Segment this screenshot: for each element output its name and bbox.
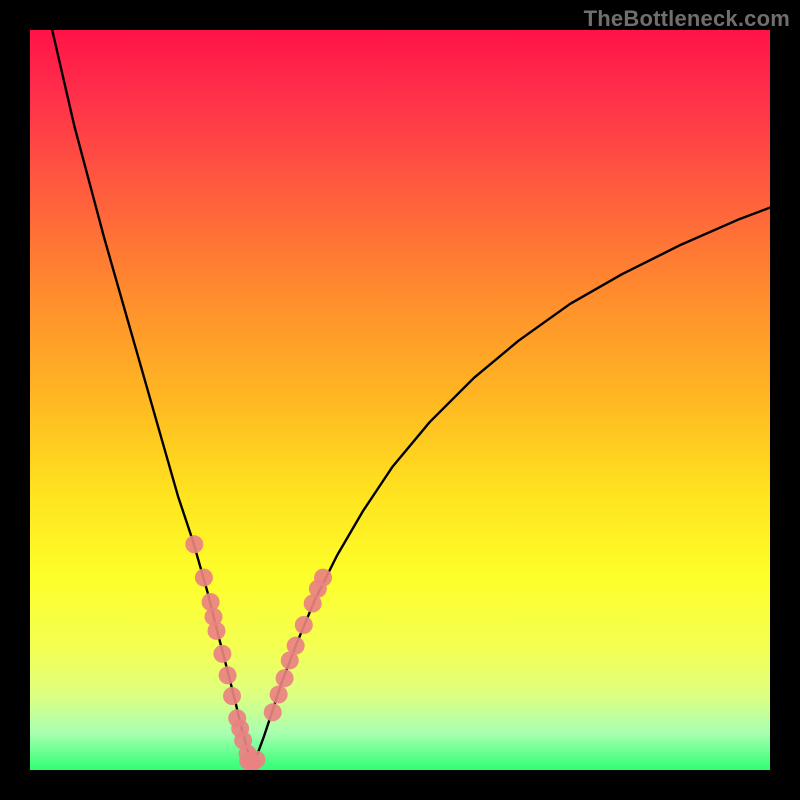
point-points-left <box>213 645 231 663</box>
point-points-left <box>202 593 220 611</box>
point-points-right <box>276 669 294 687</box>
series-curve <box>52 30 770 763</box>
point-points-left <box>223 687 241 705</box>
plot-area <box>30 30 770 770</box>
point-points-right <box>287 637 305 655</box>
point-points-bottom <box>247 751 265 769</box>
watermark-text: TheBottleneck.com <box>584 6 790 32</box>
point-points-right <box>314 569 332 587</box>
point-points-left <box>185 535 203 553</box>
chart-svg <box>30 30 770 770</box>
chart-container: TheBottleneck.com <box>0 0 800 800</box>
point-points-left <box>219 666 237 684</box>
point-points-right <box>270 686 288 704</box>
point-points-left <box>195 569 213 587</box>
point-points-left <box>207 622 225 640</box>
point-points-right <box>295 616 313 634</box>
point-points-right <box>264 703 282 721</box>
